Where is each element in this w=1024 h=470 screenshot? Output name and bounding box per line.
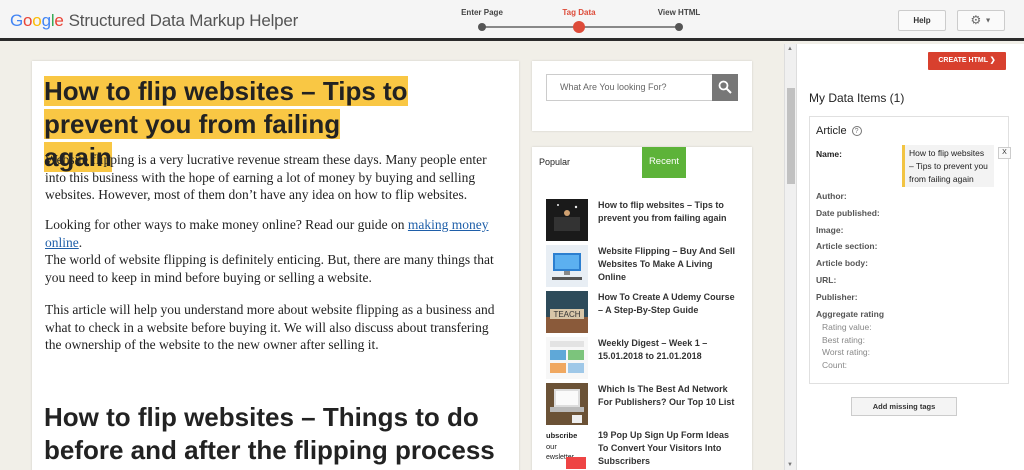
search-input[interactable]: What Are You looking For? [546,74,713,101]
item-type-label: Article [816,125,847,137]
paragraph-text: . [78,234,83,250]
item-type: Article ? [816,125,862,137]
post-item[interactable]: Weekly Digest – Week 1 – 15.01.2018 to 2… [546,337,746,381]
add-missing-tags-button[interactable]: Add missing tags [851,397,957,416]
logo-letter: o [23,11,33,30]
field-label-article-section: Article section: [816,241,878,251]
field-label-aggregate-rating: Aggregate rating [816,309,885,319]
post-item[interactable]: ubscribe our ewsletter 19 Pop Up Sign Up F… [546,429,746,470]
app-name: Structured Data Markup Helper [68,11,299,30]
top-bar: Google Structured Data Markup Helper Ente… [0,0,1024,41]
field-label-author: Author: [816,191,847,201]
thumb-subscribe-text: ubscribe [546,431,577,440]
logo-letter: G [10,11,24,30]
article-panel: How to flip websites – Tips to prevent y… [32,61,519,470]
step-dot [478,23,486,31]
field-label-worst-rating: Worst rating: [822,347,871,357]
search-icon [718,80,732,94]
step-dot-active [573,21,585,33]
step-tag-data[interactable]: Tag Data [539,8,619,33]
progress-stepper: Enter Page Tag Data View HTML [461,8,700,34]
field-label-name: Name: [816,149,842,159]
post-item[interactable]: TEACH How To Create A Udemy Course – A S… [546,291,746,335]
article-subheading: How to flip websites – Things to do befo… [44,402,495,465]
post-thumbnail [546,337,588,379]
step-label: View HTML [657,8,701,17]
scroll-down-icon[interactable]: ▼ [787,462,793,468]
create-html-button[interactable]: CREATE HTML ❯ [928,52,1006,70]
app-logo: Google Structured Data Markup Helper [10,11,298,31]
post-thumbnail: TEACH [546,291,588,333]
paragraph-text: Looking for other ways to make money onl… [45,217,408,232]
remove-tag-button[interactable]: X [998,147,1011,159]
step-view-html[interactable]: View HTML [639,8,719,31]
logo-letter: e [54,11,64,30]
chevron-down-icon: ▼ [984,17,992,25]
post-thumbnail: ubscribe our ewsletter [546,429,588,470]
settings-button[interactable]: ⚙ ▼ [957,10,1005,31]
field-label-count: Count: [822,360,848,370]
post-title: Website Flipping – Buy And Sell Websites… [598,246,736,282]
data-items-panel: CREATE HTML ❯ My Data Items (1) Article … [796,44,1024,470]
field-label-url: URL: [816,275,837,285]
search-button[interactable] [712,74,738,101]
article-paragraph: Looking for other ways to make money onl… [45,216,505,251]
post-item[interactable]: How to flip websites – Tips to prevent y… [546,199,746,243]
post-thumbnail [546,199,588,241]
field-label-publisher: Publisher: [816,292,858,302]
page-scrollbar[interactable]: ▲ ▼ [784,44,796,470]
thumb-subscribe-text: our [546,442,557,451]
field-label-rating-value: Rating value: [822,322,872,332]
gear-icon: ⚙ [970,13,982,27]
logo-letter: g [41,11,51,30]
scroll-up-icon[interactable]: ▲ [787,46,793,52]
field-label-best-rating: Best rating: [822,335,865,345]
post-thumbnail [546,383,588,425]
field-label-article-body: Article body: [816,258,868,268]
name-value: How to flip websites – Tips to prevent y… [902,145,994,187]
post-item[interactable]: Website Flipping – Buy And Sell Websites… [546,245,746,289]
article-paragraph: This article will help you understand mo… [45,302,495,352]
post-item[interactable]: Which Is The Best Ad Network For Publish… [546,383,746,427]
help-icon[interactable]: ? [851,126,862,136]
thumb-teach-text: TEACH [553,310,580,319]
logo-letter: o [32,11,42,30]
help-button[interactable]: Help [898,10,946,31]
step-dot [675,23,683,31]
posts-widget: Popular Recent How to flip websites – Ti… [532,147,752,470]
article-item-card: Article ? Name: How to flip websites – T… [809,116,1011,384]
field-label-date-published: Date published: [816,208,880,218]
scroll-thumb[interactable] [787,88,795,184]
post-title: How To Create A Udemy Course – A Step-By… [598,292,735,315]
field-label-image: Image: [816,225,844,235]
tab-popular[interactable]: Popular [539,157,570,167]
article-paragraph: Website flipping is a very lucrative rev… [45,152,487,202]
search-widget: What Are You looking For? [532,61,752,131]
data-items-heading: My Data Items (1) [809,91,905,105]
tab-recent[interactable]: Recent [642,147,686,178]
post-title: Weekly Digest – Week 1 – 15.01.2018 to 2… [598,338,708,361]
post-title: Which Is The Best Ad Network For Publish… [598,384,735,407]
article-paragraph: The world of website flipping is definit… [45,252,494,285]
step-label: Enter Page [461,8,503,17]
post-title: 19 Pop Up Sign Up Form Ideas To Convert … [598,430,730,466]
post-title: How to flip websites – Tips to prevent y… [598,200,727,223]
step-label: Tag Data [562,8,596,17]
step-enter-page[interactable]: Enter Page [442,8,522,31]
post-thumbnail [546,245,588,287]
